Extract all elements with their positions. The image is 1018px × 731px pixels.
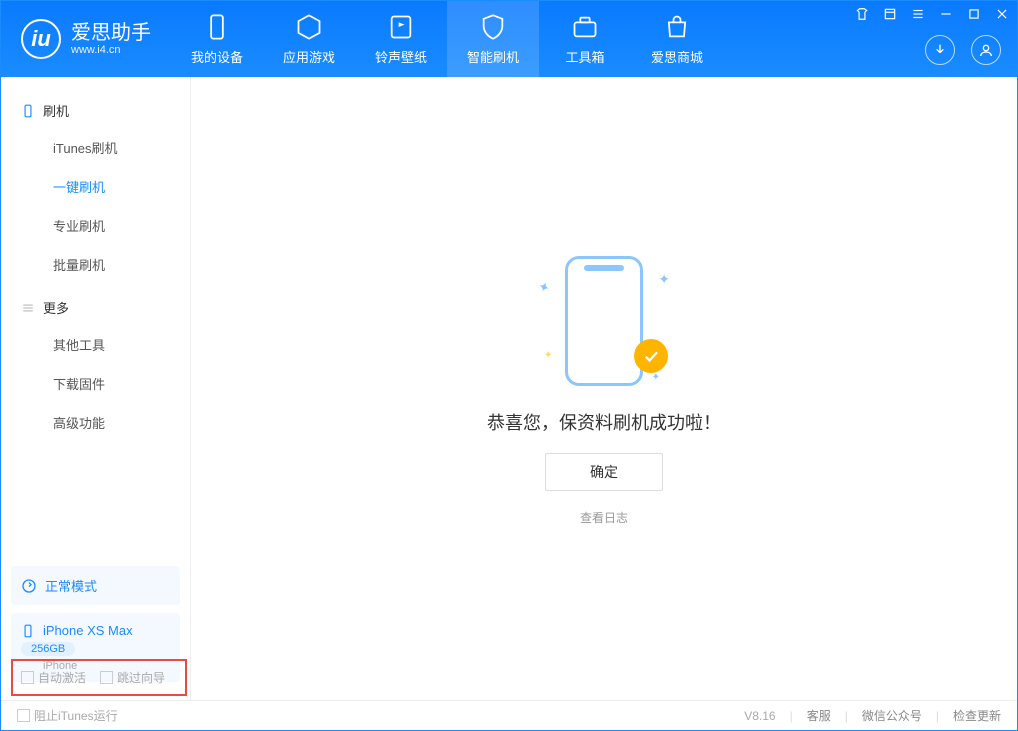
checkbox-label: 阻止iTunes运行 [34, 707, 118, 724]
view-log-link[interactable]: 查看日志 [580, 509, 628, 526]
skin-icon[interactable] [855, 7, 869, 21]
options-highlight-box: 自动激活 跳过向导 [11, 659, 187, 696]
device-icon [203, 13, 231, 41]
sidebar-item-advanced[interactable]: 高级功能 [1, 403, 190, 442]
section-title: 刷机 [43, 101, 69, 120]
checkbox-icon [17, 709, 30, 722]
phone-icon [21, 104, 35, 118]
support-link[interactable]: 客服 [807, 707, 831, 724]
skip-guide-checkbox[interactable]: 跳过向导 [100, 669, 165, 686]
sidebar-section-flash: 刷机 [1, 87, 190, 128]
shield-icon [479, 13, 507, 41]
auto-activate-checkbox[interactable]: 自动激活 [21, 669, 86, 686]
maximize-icon[interactable] [967, 7, 981, 21]
refresh-icon [21, 578, 37, 594]
music-icon [387, 13, 415, 41]
statusbar-right: V8.16 | 客服 | 微信公众号 | 检查更新 [744, 707, 1001, 724]
logo-area: iu 爱思助手 www.i4.cn [1, 19, 171, 59]
result-panel: ✦ ✦ ✦ ✦ 恭喜您，保资料刷机成功啦！ 确定 查看日志 [487, 251, 721, 526]
checkbox-icon [100, 671, 113, 684]
toolbox-icon [571, 13, 599, 41]
sidebar-scroll: 刷机 iTunes刷机 一键刷机 专业刷机 批量刷机 更多 其他工具 下载固件 … [1, 77, 190, 566]
sparkle-icon: ✦ [535, 278, 552, 298]
version-label: V8.16 [744, 709, 775, 723]
sidebar-item-pro[interactable]: 专业刷机 [1, 206, 190, 245]
logo-text: 爱思助手 www.i4.cn [71, 22, 151, 56]
cube-icon [295, 13, 323, 41]
header-actions [925, 35, 1001, 65]
nav-label: 铃声壁纸 [375, 47, 427, 66]
sidebar-item-batch[interactable]: 批量刷机 [1, 245, 190, 284]
block-itunes-checkbox[interactable]: 阻止iTunes运行 [17, 707, 118, 724]
main-content: ✦ ✦ ✦ ✦ 恭喜您，保资料刷机成功啦！ 确定 查看日志 [191, 77, 1017, 700]
section-title: 更多 [43, 298, 69, 317]
phone-icon [21, 624, 35, 638]
wechat-link[interactable]: 微信公众号 [862, 707, 922, 724]
nav-my-device[interactable]: 我的设备 [171, 1, 263, 77]
nav-label: 工具箱 [565, 47, 604, 66]
sparkle-icon: ✦ [544, 350, 552, 361]
nav-label: 我的设备 [191, 47, 243, 66]
download-button[interactable] [925, 35, 955, 65]
top-nav: 我的设备 应用游戏 铃声壁纸 智能刷机 工具箱 爱思商城 [171, 1, 723, 77]
list-icon [21, 301, 35, 315]
storage-badge: 256GB [21, 642, 75, 656]
nav-ringtones[interactable]: 铃声壁纸 [355, 1, 447, 77]
checkbox-label: 自动激活 [38, 669, 86, 686]
nav-store[interactable]: 爱思商城 [631, 1, 723, 77]
sidebar-item-other[interactable]: 其他工具 [1, 325, 190, 364]
mode-row[interactable]: 正常模式 [11, 566, 180, 605]
close-icon[interactable] [995, 7, 1009, 21]
minimize-icon[interactable] [939, 7, 953, 21]
check-icon [634, 339, 668, 373]
sparkle-icon: ✦ [658, 271, 670, 288]
window-controls [855, 7, 1009, 21]
menu-icon[interactable] [883, 7, 897, 21]
sparkle-icon: ✦ [652, 372, 660, 383]
success-message: 恭喜您，保资料刷机成功啦！ [487, 409, 721, 435]
sidebar-item-download[interactable]: 下载固件 [1, 364, 190, 403]
statusbar: 阻止iTunes运行 V8.16 | 客服 | 微信公众号 | 检查更新 [1, 700, 1017, 730]
nav-label: 爱思商城 [651, 47, 703, 66]
bag-icon [663, 13, 691, 41]
device-name: iPhone XS Max [43, 623, 133, 638]
app-window: iu 爱思助手 www.i4.cn 我的设备 应用游戏 铃声壁纸 智能刷机 [0, 0, 1018, 731]
body: 刷机 iTunes刷机 一键刷机 专业刷机 批量刷机 更多 其他工具 下载固件 … [1, 77, 1017, 700]
ok-button[interactable]: 确定 [545, 453, 663, 491]
mode-label: 正常模式 [45, 576, 97, 595]
titlebar: iu 爱思助手 www.i4.cn 我的设备 应用游戏 铃声壁纸 智能刷机 [1, 1, 1017, 77]
sidebar-item-oneclick[interactable]: 一键刷机 [1, 167, 190, 206]
app-subtitle: www.i4.cn [71, 44, 151, 56]
app-title: 爱思助手 [71, 22, 151, 44]
nav-apps[interactable]: 应用游戏 [263, 1, 355, 77]
sidebar-item-itunes[interactable]: iTunes刷机 [1, 128, 190, 167]
sidebar-section-more: 更多 [1, 284, 190, 325]
list-icon[interactable] [911, 7, 925, 21]
checkbox-label: 跳过向导 [117, 669, 165, 686]
nav-label: 应用游戏 [283, 47, 335, 66]
user-button[interactable] [971, 35, 1001, 65]
nav-toolbox[interactable]: 工具箱 [539, 1, 631, 77]
phone-icon [565, 256, 643, 386]
nav-label: 智能刷机 [467, 47, 519, 66]
sidebar: 刷机 iTunes刷机 一键刷机 专业刷机 批量刷机 更多 其他工具 下载固件 … [1, 77, 191, 700]
checkbox-icon [21, 671, 34, 684]
success-illustration: ✦ ✦ ✦ ✦ [534, 251, 674, 391]
nav-flash[interactable]: 智能刷机 [447, 1, 539, 77]
update-link[interactable]: 检查更新 [953, 707, 1001, 724]
logo-icon: iu [21, 19, 61, 59]
